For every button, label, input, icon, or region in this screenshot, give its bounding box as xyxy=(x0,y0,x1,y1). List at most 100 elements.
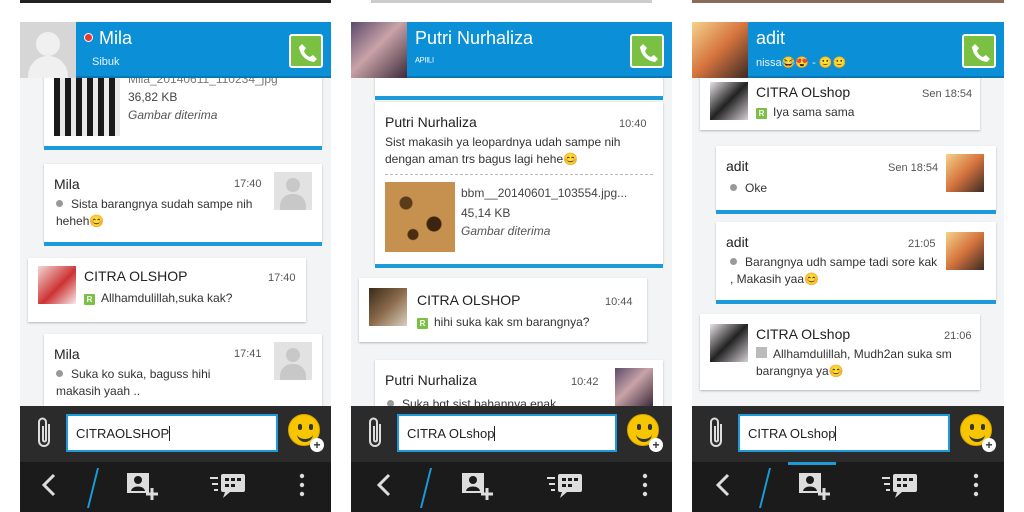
message-text: Oke xyxy=(745,181,768,195)
message-card-own[interactable]: CITRA OLSHOP 17:40 R Allhamdulillah,suka … xyxy=(28,258,306,322)
message-input[interactable]: CITRA OLshop xyxy=(738,414,950,452)
contact-avatar[interactable] xyxy=(351,22,407,78)
sender-avatar[interactable] xyxy=(946,154,984,192)
bbm-button[interactable] xyxy=(880,470,920,506)
message-time: 17:41 xyxy=(234,348,262,360)
message-time: 17:40 xyxy=(268,272,296,284)
read-receipt-icon: R xyxy=(84,294,95,305)
message-card[interactable]: Putri Nurhaliza 10:40 Sist makasih ya le… xyxy=(375,102,663,268)
phone-icon xyxy=(299,44,317,62)
file-status: Gambar diterima xyxy=(461,224,551,238)
speaker-icon xyxy=(756,347,767,358)
message-sender: Mila xyxy=(54,346,80,362)
contact-avatar[interactable] xyxy=(692,22,748,78)
back-button[interactable] xyxy=(34,470,64,506)
add-contact-button[interactable] xyxy=(122,470,162,506)
add-emoji-icon[interactable]: + xyxy=(310,438,324,452)
call-button[interactable] xyxy=(962,34,996,68)
message-time: 21:06 xyxy=(944,330,972,342)
add-emoji-icon[interactable]: + xyxy=(982,438,996,452)
own-avatar[interactable] xyxy=(710,324,748,362)
message-time: 21:05 xyxy=(908,238,936,250)
own-avatar[interactable] xyxy=(369,288,407,326)
chat-header: adit nissa😂😍 - 🙂🙂 xyxy=(692,22,1004,78)
message-card-own[interactable]: CITRA OLSHOP 10:44 Rhihi suka kak sm bar… xyxy=(359,278,647,342)
paperclip-icon[interactable] xyxy=(36,416,54,450)
message-sender: adit xyxy=(726,158,749,174)
message-sender: Putri Nurhaliza xyxy=(385,114,477,130)
composer-bar: CITRAOLSHOP + xyxy=(20,406,331,462)
busy-status-icon xyxy=(84,33,93,42)
bbm-icon xyxy=(882,474,917,498)
back-arrow-icon xyxy=(715,473,730,497)
bbm-button[interactable] xyxy=(545,470,585,506)
chat-header: Putri Nurhaliza ᴬᴾᴵᴵᴸᴵ xyxy=(351,22,672,78)
contact-name: adit xyxy=(756,28,786,48)
message-card[interactable]: adit Sen 18:54 Oke xyxy=(716,146,996,214)
composer-bar: CITRA OLshop + xyxy=(692,406,1004,462)
image-thumbnail[interactable] xyxy=(385,182,455,252)
file-size: 36,82 KB xyxy=(128,90,178,104)
image-thumbnail[interactable] xyxy=(54,68,120,136)
add-contact-button[interactable] xyxy=(457,470,497,506)
contact-status: Sibuk xyxy=(92,56,120,68)
add-contact-button[interactable] xyxy=(794,470,834,506)
message-sender: CITRA OLshop xyxy=(756,84,851,100)
back-arrow-icon xyxy=(376,473,391,497)
active-tab-indicator xyxy=(788,462,836,465)
phone-icon xyxy=(972,44,990,62)
read-indicator xyxy=(56,370,63,377)
message-text: Suka ko suka, baguss hihi makasih yaah .… xyxy=(56,367,211,398)
contact-name: Putri Nurhaliza xyxy=(415,28,534,48)
composer-bar: CITRA OLshop + xyxy=(351,406,672,462)
add-emoji-icon[interactable]: + xyxy=(649,438,663,452)
sender-avatar[interactable] xyxy=(274,342,312,380)
message-sender: CITRA OLSHOP xyxy=(84,268,188,284)
bbm-icon xyxy=(210,474,245,498)
own-avatar[interactable] xyxy=(38,266,76,304)
message-input[interactable]: CITRAOLSHOP xyxy=(66,414,278,452)
more-button[interactable] xyxy=(966,470,986,506)
bbm-icon xyxy=(547,474,582,498)
add-contact-icon xyxy=(462,473,493,500)
sender-avatar[interactable] xyxy=(274,172,312,210)
bottom-navbar xyxy=(20,462,331,512)
message-card[interactable]: Mila 17:40 Sista barangnya sudah sampe n… xyxy=(44,164,322,246)
sender-avatar[interactable] xyxy=(615,368,653,406)
add-contact-icon xyxy=(127,473,158,500)
read-receipt-icon: R xyxy=(756,108,767,119)
message-text: Barangnya udh sampe tadi sore kak , Maka… xyxy=(730,255,938,286)
own-avatar[interactable] xyxy=(710,82,748,120)
message-card-own[interactable]: CITRA OLshop 21:06 Allhamdulillah, Mudh2… xyxy=(700,314,980,390)
phone-icon xyxy=(640,44,658,62)
message-input[interactable]: CITRA OLshop xyxy=(397,414,617,452)
sender-avatar[interactable] xyxy=(946,232,984,270)
message-card-own[interactable]: CITRA OLshop Sen 18:54 R Iya sama sama xyxy=(700,70,980,130)
paperclip-icon[interactable] xyxy=(708,416,726,450)
read-indicator xyxy=(730,184,737,191)
read-indicator xyxy=(730,258,737,265)
contact-status: ᴬᴾᴵᴵᴸᴵ xyxy=(415,56,434,68)
more-button[interactable] xyxy=(635,470,655,506)
message-time: Sen 18:54 xyxy=(888,162,939,174)
file-status: Gambar diterima xyxy=(128,108,218,122)
contact-status: nissa😂😍 - 🙂🙂 xyxy=(756,57,847,69)
file-name: bbm__20140601_103554.jpg... xyxy=(461,186,628,200)
back-button[interactable] xyxy=(708,470,738,506)
message-text: hihi suka kak sm barangnya? xyxy=(434,315,590,329)
message-sender: CITRA OLshop xyxy=(756,326,851,342)
message-card[interactable]: adit 21:05 Barangnya udh sampe tadi sore… xyxy=(716,222,996,304)
bbm-button[interactable] xyxy=(208,470,248,506)
back-button[interactable] xyxy=(369,470,399,506)
more-button[interactable] xyxy=(292,470,312,506)
paperclip-icon[interactable] xyxy=(367,416,385,450)
message-text: Allhamdulillah,suka kak? xyxy=(101,291,233,305)
message-sender: Putri Nurhaliza xyxy=(385,372,477,388)
chat-screen-putri: Putri Nurhaliza ᴬᴾᴵᴵᴸᴵ Putri Nurhaliza 1… xyxy=(351,0,672,512)
bottom-navbar xyxy=(351,462,672,512)
call-button[interactable] xyxy=(630,34,664,68)
message-text: Iya sama sama xyxy=(773,105,855,119)
contact-avatar[interactable] xyxy=(20,22,76,78)
call-button[interactable] xyxy=(289,34,323,68)
message-card[interactable]: Mila 17:41 Suka ko suka, baguss hihi mak… xyxy=(44,334,322,410)
